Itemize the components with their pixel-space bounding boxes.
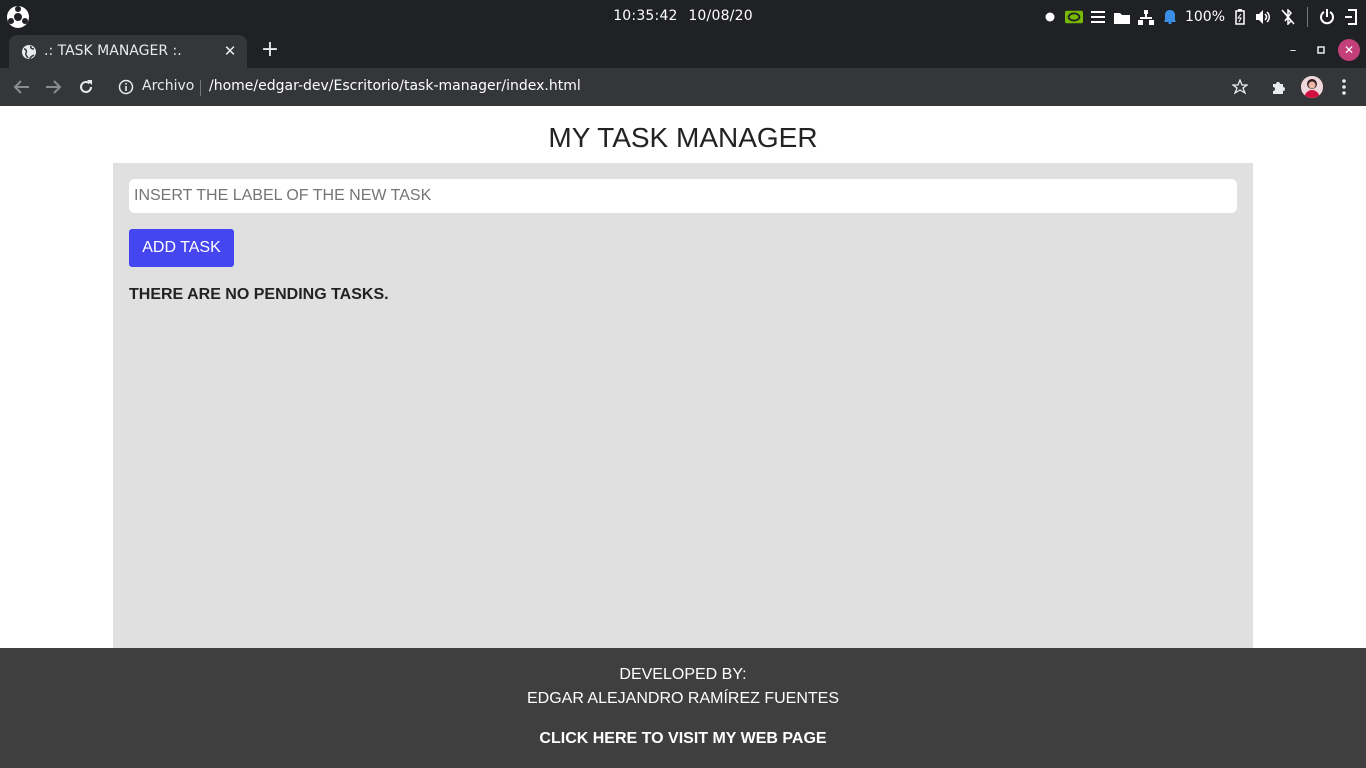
- profile-avatar[interactable]: [1301, 76, 1323, 98]
- globe-icon: [21, 44, 37, 60]
- page-footer: DEVELOPED BY: EDGAR ALEJANDRO RAMÍREZ FU…: [0, 648, 1366, 768]
- browser-tab[interactable]: .: TASK MANAGER :. ✕: [9, 35, 247, 68]
- empty-tasks-message: THERE ARE NO PENDING TASKS.: [129, 286, 389, 303]
- system-panel: 10:35:42 10/08/20 100%: [0, 0, 1366, 34]
- clock-date: 10/08/20: [688, 8, 753, 24]
- address-url: /home/edgar-dev/Escritorio/task-manager/…: [209, 78, 581, 94]
- developed-by-label: DEVELOPED BY:: [619, 666, 747, 683]
- browser-tab-strip: .: TASK MANAGER :. ✕ + – ✕: [0, 34, 1366, 68]
- system-tray: 100%: [1041, 6, 1360, 28]
- clock-time: 10:35:42: [613, 8, 678, 24]
- back-arrow-icon[interactable]: [10, 76, 32, 98]
- web-page: MY TASK MANAGER ADD TASK THERE ARE NO PE…: [0, 106, 1366, 648]
- tab-title: .: TASK MANAGER :.: [44, 43, 182, 59]
- new-tab-icon[interactable]: +: [258, 38, 282, 62]
- browser-menu-icon[interactable]: [1333, 76, 1355, 98]
- volume-icon[interactable]: [1255, 8, 1273, 26]
- address-divider: [200, 80, 201, 96]
- battery-percent: 100%: [1184, 9, 1225, 25]
- address-bar[interactable]: Archivo /home/edgar-dev/Escritorio/task-…: [112, 72, 1252, 102]
- add-task-button[interactable]: ADD TASK: [129, 229, 234, 267]
- address-scheme: Archivo: [142, 78, 195, 94]
- folder-icon[interactable]: [1113, 8, 1131, 26]
- minimize-icon[interactable]: –: [1282, 39, 1304, 61]
- close-window-icon[interactable]: ✕: [1338, 39, 1360, 61]
- bluetooth-off-icon[interactable]: [1279, 8, 1297, 26]
- extensions-puzzle-icon[interactable]: [1268, 76, 1290, 98]
- nvidia-icon[interactable]: [1064, 8, 1083, 26]
- developer-name: EDGAR ALEJANDRO RAMÍREZ FUENTES: [526, 690, 840, 707]
- new-task-input[interactable]: [129, 179, 1237, 213]
- browser-toolbar: Archivo /home/edgar-dev/Escritorio/task-…: [0, 68, 1366, 106]
- web-page-link[interactable]: CLICK HERE TO VISIT MY WEB PAGE: [0, 730, 1366, 748]
- close-tab-icon[interactable]: ✕: [221, 41, 239, 61]
- reload-icon[interactable]: [75, 76, 97, 98]
- menu-icon[interactable]: [1089, 8, 1107, 26]
- logout-icon[interactable]: [1342, 8, 1360, 26]
- notification-icon[interactable]: [1161, 8, 1179, 26]
- forward-arrow-icon[interactable]: [43, 76, 65, 98]
- bookmark-star-icon[interactable]: [1229, 76, 1251, 98]
- record-dot-icon[interactable]: [1041, 8, 1059, 26]
- battery-icon[interactable]: [1231, 8, 1249, 26]
- page-title: MY TASK MANAGER: [548, 122, 818, 153]
- tray-separator: [1307, 7, 1308, 27]
- maximize-icon[interactable]: [1310, 39, 1332, 61]
- power-icon[interactable]: [1318, 8, 1336, 26]
- info-icon[interactable]: [118, 79, 134, 95]
- network-icon[interactable]: [1137, 8, 1155, 26]
- task-container: ADD TASK THERE ARE NO PENDING TASKS.: [113, 163, 1253, 648]
